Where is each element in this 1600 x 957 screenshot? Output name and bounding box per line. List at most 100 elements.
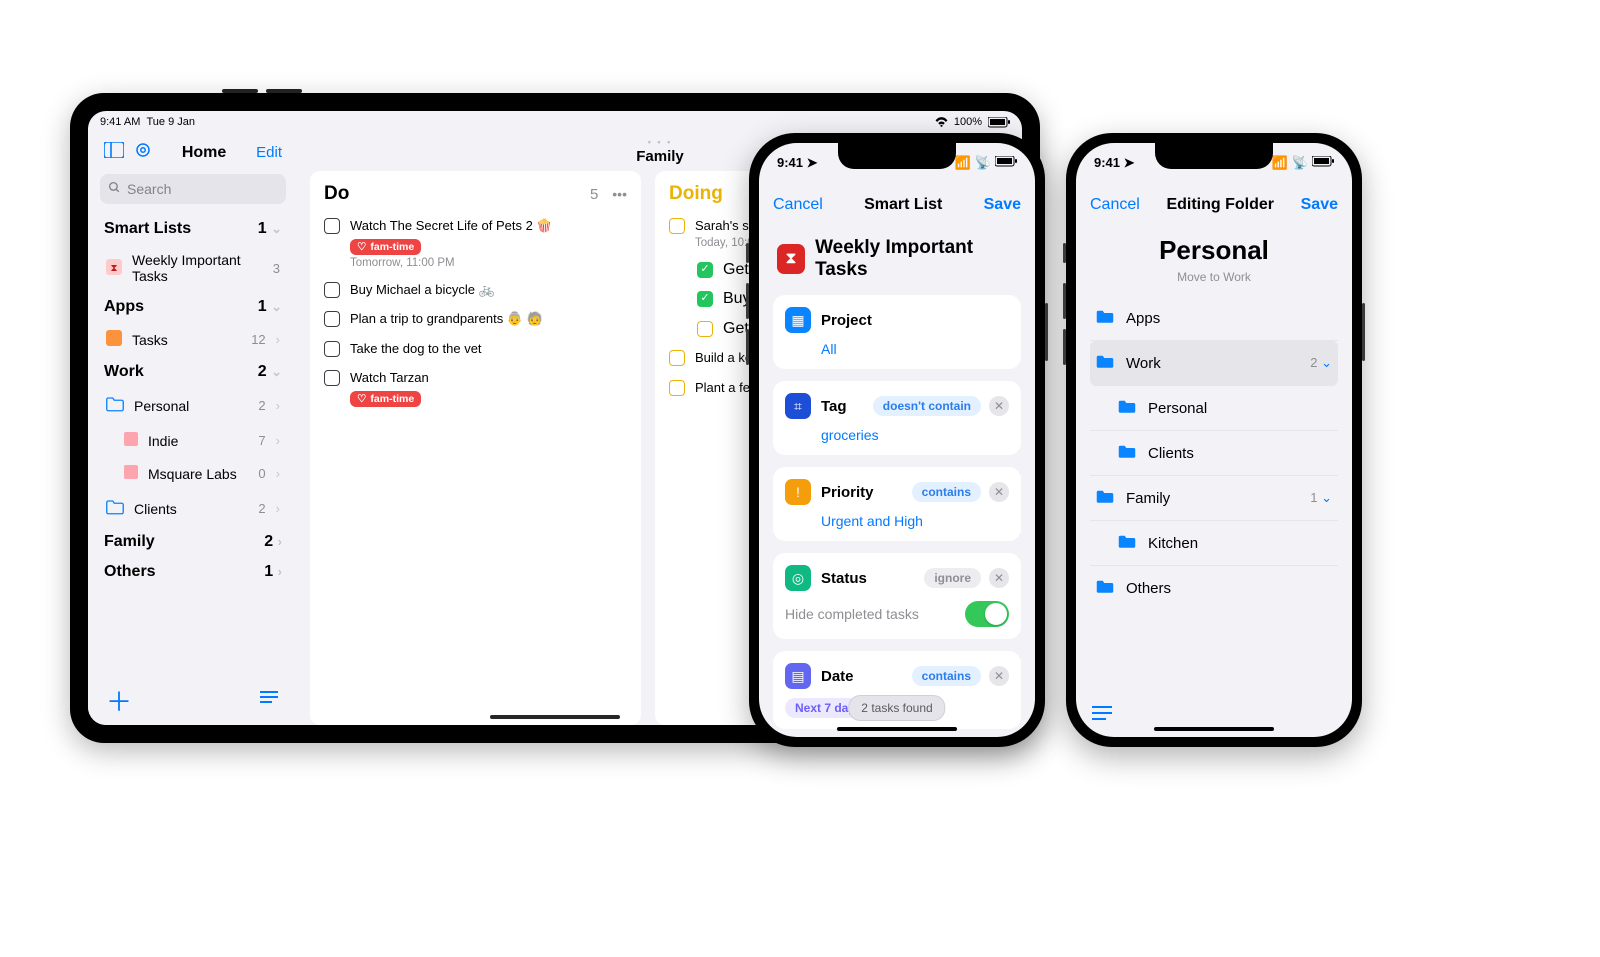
checkbox[interactable] [669,380,685,396]
project-icon [124,432,138,449]
project-icon: ▦ [785,307,811,333]
folder-row-family[interactable]: Family 1 ⌄ [1090,476,1338,521]
sidebar-item-tasks[interactable]: Tasks 12 › [96,322,290,357]
sidebar: Home Edit Search Smart Lists 1 ⌄ [88,133,298,725]
status-time: 9:41 AM [100,116,140,128]
clear-icon[interactable]: ✕ [989,568,1009,588]
search-input[interactable]: Search [100,174,286,204]
filter-card-tag[interactable]: ⌗ Tag doesn't contain ✕ groceries [773,381,1021,455]
results-count-pill: 2 tasks found [848,695,945,721]
checkbox-checked[interactable] [697,262,713,278]
section-work[interactable]: Work 2 ⌄ [96,357,290,387]
tag-pill[interactable]: ♡ fam-time [350,391,421,407]
clear-icon[interactable]: ✕ [989,666,1009,686]
hourglass-icon[interactable]: ⧗ [777,244,805,274]
folder-row-personal[interactable]: Personal [1090,386,1338,431]
checkbox[interactable] [669,218,685,234]
sidebar-toggle-icon[interactable] [104,142,124,163]
toggle-hide-completed[interactable] [965,601,1009,627]
nav-bar: Cancel Editing Folder Save [1076,183,1352,227]
task-row[interactable]: Watch Tarzan ♡ fam-time [324,363,627,413]
checkbox[interactable] [324,218,340,234]
add-button[interactable]: ＋ [106,689,132,715]
signal-icon: 📶 [955,155,971,171]
home-indicator[interactable] [1154,727,1274,731]
signal-icon: 📶 [1272,155,1288,171]
tag-pill[interactable]: ♡ fam-time [350,239,421,255]
drag-handle-icon[interactable]: • • • [648,137,672,147]
folder-row-others[interactable]: Others [1090,566,1338,610]
settings-gear-icon[interactable] [134,141,152,164]
search-placeholder: Search [127,181,171,197]
folder-icon [1118,397,1136,419]
list-view-icon[interactable] [258,689,280,715]
filter-card-project[interactable]: ▦ Project All [773,295,1021,369]
sidebar-item-msquare[interactable]: Msquare Labs 0 › [96,457,290,490]
checkbox-checked[interactable] [697,291,713,307]
column-more-icon[interactable]: ••• [612,186,627,202]
cancel-button[interactable]: Cancel [773,196,823,214]
folder-icon [106,498,124,519]
priority-icon: ! [785,479,811,505]
folder-name-title[interactable]: Personal [1090,227,1338,270]
smart-list-title: Weekly Important Tasks [815,237,1017,281]
ipad-status-bar: 9:41 AM Tue 9 Jan 100% [88,111,1022,133]
notch [1155,143,1273,169]
chevron-down-icon: ⌄ [271,364,282,379]
clear-icon[interactable]: ✕ [989,396,1009,416]
section-family[interactable]: Family 2 › [96,527,290,557]
battery-icon [988,117,1010,128]
checkbox[interactable] [697,321,713,337]
list-view-icon[interactable] [1090,709,1114,726]
checkbox[interactable] [324,341,340,357]
folder-row-kitchen[interactable]: Kitchen [1090,521,1338,566]
section-apps[interactable]: Apps 1 ⌄ [96,292,290,322]
board-title: Family [636,148,684,165]
clear-icon[interactable]: ✕ [989,482,1009,502]
section-smart-lists[interactable]: Smart Lists 1 ⌄ [96,214,290,244]
column-do: Do 5 ••• Watch The Secret Life of Pets 2… [310,171,641,725]
folder-icon [1096,577,1114,599]
hourglass-icon: ⧗ [106,259,122,278]
home-indicator[interactable] [490,715,620,719]
chevron-down-icon[interactable]: ⌄ [1321,490,1332,505]
checkbox[interactable] [669,350,685,366]
section-others[interactable]: Others 1 › [96,557,290,587]
sidebar-item-indie[interactable]: Indie 7 › [96,424,290,457]
status-icon: ◎ [785,565,811,591]
folder-row-clients[interactable]: Clients [1090,431,1338,476]
task-row[interactable]: Take the dog to the vet [324,334,627,364]
folder-icon [1096,307,1114,329]
nav-bar: Cancel Smart List Save [759,183,1035,227]
chevron-right-icon: › [278,534,282,549]
sidebar-item-personal[interactable]: Personal 2 › [96,387,290,424]
save-button[interactable]: Save [984,196,1021,214]
move-to-hint: Move to Work [1090,270,1338,284]
folder-row-apps[interactable]: Apps [1090,296,1338,341]
location-icon: ➤ [807,155,818,170]
status-date: Tue 9 Jan [146,116,195,128]
home-indicator[interactable] [837,727,957,731]
notch [838,143,956,169]
filter-card-status[interactable]: ◎ Status ignore ✕ Hide completed tasks [773,553,1021,639]
filter-card-priority[interactable]: ! Priority contains ✕ Urgent and High [773,467,1021,541]
sidebar-item-weekly-important[interactable]: ⧗ Weekly Important Tasks 3 [96,244,290,292]
sidebar-item-clients[interactable]: Clients 2 › [96,490,290,527]
chevron-right-icon: › [278,564,282,579]
checkbox[interactable] [324,370,340,386]
cancel-button[interactable]: Cancel [1090,196,1140,214]
chevron-right-icon: › [276,398,280,413]
battery-icon [1312,155,1334,171]
chevron-down-icon[interactable]: ⌄ [1321,355,1332,370]
task-row[interactable]: Watch The Secret Life of Pets 2 🍿 ♡ fam-… [324,211,627,275]
folder-row-work[interactable]: Work 2 ⌄ [1090,341,1338,386]
checkbox[interactable] [324,311,340,327]
save-button[interactable]: Save [1301,196,1338,214]
chevron-right-icon: › [276,332,280,347]
edit-button[interactable]: Edit [256,144,282,161]
checkbox[interactable] [324,282,340,298]
task-row[interactable]: Plan a trip to grandparents 👵 🧓 [324,304,627,334]
tasks-icon [106,330,122,349]
task-row[interactable]: Buy Michael a bicycle 🚲 [324,275,627,305]
project-icon [124,465,138,482]
